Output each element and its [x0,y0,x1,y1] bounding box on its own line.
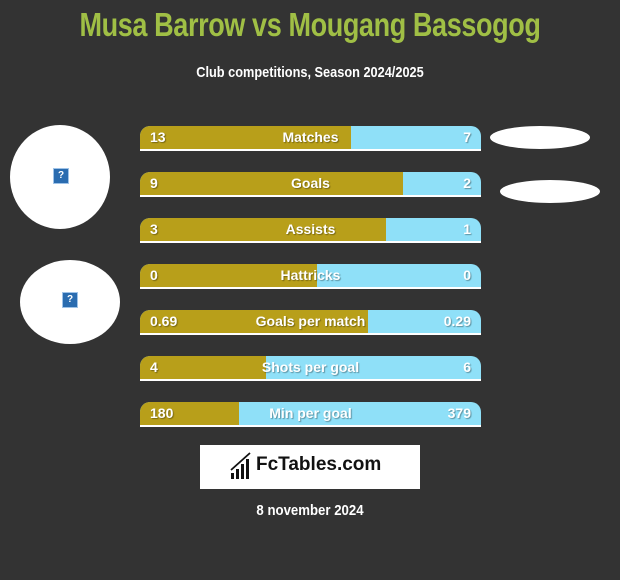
stat-label: Matches [282,129,339,145]
right-value: 7 [463,129,471,145]
stat-label: Hattricks [280,267,341,283]
right-value: 1 [463,221,471,237]
right-value: 379 [447,405,471,421]
right-player-avatar [490,126,590,149]
right-value: 6 [463,359,471,375]
stat-bar-min-per-goal: 180 Min per goal 379 [140,402,481,427]
stat-label: Goals per match [255,313,366,329]
logo-text: FcTables.com [256,454,382,475]
stat-label: Shots per goal [261,359,360,375]
right-value: 2 [463,175,471,191]
stat-label: Goals [291,175,330,191]
stat-bar-goals-per-match: 0.69 Goals per match 0.29 [140,310,481,335]
broken-image-icon: ? [62,292,78,308]
broken-image-icon: ? [53,168,69,184]
fctables-logo[interactable]: FcTables.com [200,445,420,489]
date-label: 8 november 2024 [256,502,364,519]
stat-bar-goals: 9 Goals 2 [140,172,481,197]
stat-bar-hattricks: 0 Hattricks 0 [140,264,481,289]
page-subtitle: Club competitions, Season 2024/2025 [196,64,424,81]
right-team-logo [500,180,600,203]
left-team-logo: ? [20,260,120,344]
stat-label: Min per goal [269,405,352,421]
stat-bar-shots-per-goal: 4 Shots per goal 6 [140,356,481,381]
page-title: Musa Barrow vs Mougang Bassogog [79,6,541,43]
right-value: 0 [463,267,471,283]
bar-chart-icon [230,452,251,479]
left-player-avatar: ? [10,125,110,229]
right-value: 0.29 [443,313,471,329]
stat-label: Assists [285,221,336,237]
stat-bar-assists: 3 Assists 1 [140,218,481,243]
stat-bar-matches: 13 Matches 7 [140,126,481,151]
